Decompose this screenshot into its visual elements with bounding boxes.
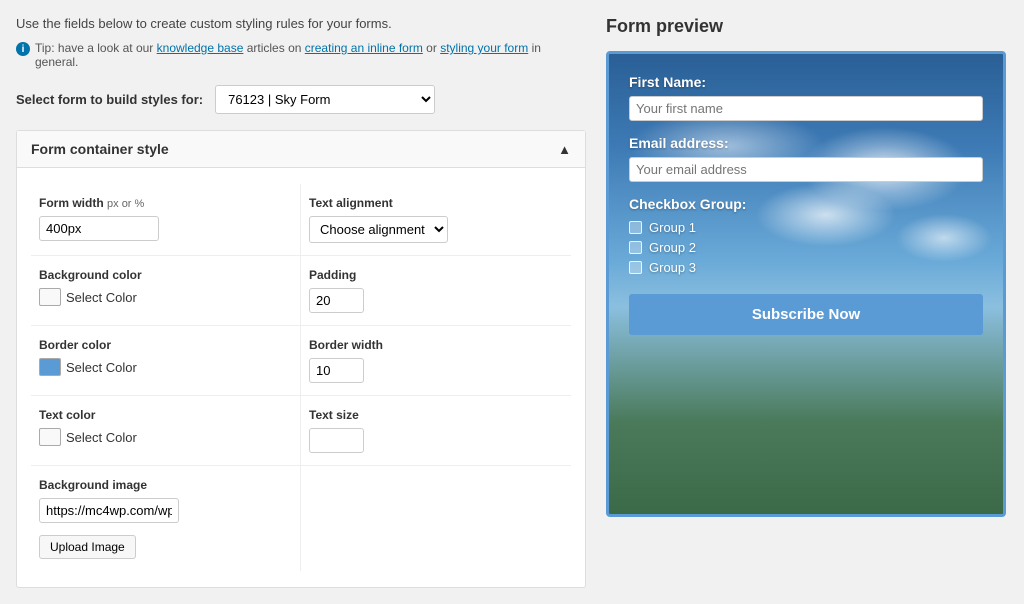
checkbox-label-1: Group 1: [649, 220, 696, 235]
section-title: Form container style: [31, 141, 169, 157]
intro-text: Use the fields below to create custom st…: [16, 16, 586, 31]
bg-image-input-row: [39, 498, 292, 523]
select-form-label: Select form to build styles for:: [16, 92, 203, 107]
tip-row: i Tip: have a look at our knowledge base…: [16, 41, 586, 69]
border-width-input[interactable]: [309, 358, 364, 383]
checkbox-1[interactable]: [629, 221, 642, 234]
checkbox-2[interactable]: [629, 241, 642, 254]
bg-color-swatch: [39, 288, 61, 306]
preview-firstname-label: First Name:: [629, 74, 983, 90]
left-panel: Use the fields below to create custom st…: [16, 16, 586, 588]
form-select[interactable]: 76123 | Sky Form: [215, 85, 435, 114]
text-alignment-field: Text alignment Choose alignment: [301, 184, 571, 256]
preview-firstname-input[interactable]: [629, 96, 983, 121]
preview-checkbox-group1: Group 1: [629, 220, 983, 235]
padding-input[interactable]: [309, 288, 364, 313]
text-size-input[interactable]: [309, 428, 364, 453]
padding-field: Padding: [301, 256, 571, 326]
info-icon: i: [16, 42, 30, 56]
text-alignment-input-row: Choose alignment: [309, 216, 563, 243]
border-color-label: Border color: [39, 338, 292, 352]
preview-email-input[interactable]: [629, 157, 983, 182]
section-body: Form width px or % Text alignment Choose…: [17, 168, 585, 587]
checkbox-label-3: Group 3: [649, 260, 696, 275]
subscribe-button[interactable]: Subscribe Now: [629, 294, 983, 335]
preview-wrapper: First Name: Email address: Checkbox Grou…: [606, 51, 1006, 517]
border-width-input-row: [309, 358, 563, 383]
form-grid: Form width px or % Text alignment Choose…: [31, 184, 571, 571]
form-width-input-row: [39, 216, 292, 241]
text-alignment-label: Text alignment: [309, 196, 563, 210]
text-color-input-row: Select Color: [39, 428, 292, 446]
border-color-swatch: [39, 358, 61, 376]
checkbox-label-2: Group 2: [649, 240, 696, 255]
text-color-label: Text color: [39, 408, 292, 422]
form-preview-inner: First Name: Email address: Checkbox Grou…: [629, 74, 983, 335]
padding-label: Padding: [309, 268, 563, 282]
form-width-input[interactable]: [39, 216, 159, 241]
text-size-label: Text size: [309, 408, 563, 422]
bg-color-swatch-btn[interactable]: Select Color: [39, 288, 137, 306]
form-width-label: Form width px or %: [39, 196, 292, 210]
right-panel: Form preview First Name: Email address: …: [606, 16, 1006, 588]
preview-background: First Name: Email address: Checkbox Grou…: [609, 54, 1003, 514]
border-width-field: Border width: [301, 326, 571, 396]
form-width-sublabel: px or %: [107, 198, 144, 210]
text-alignment-select[interactable]: Choose alignment: [309, 216, 448, 243]
section-header[interactable]: Form container style ▲: [17, 131, 585, 168]
styling-form-link[interactable]: styling your form: [440, 41, 528, 55]
preview-title: Form preview: [606, 16, 1006, 37]
border-color-field: Border color Select Color: [31, 326, 301, 396]
bg-color-input-row: Select Color: [39, 288, 292, 306]
tip-content: Tip: have a look at our knowledge base a…: [35, 41, 586, 69]
knowledge-base-link[interactable]: knowledge base: [157, 41, 244, 55]
border-color-input-row: Select Color: [39, 358, 292, 376]
text-color-field: Text color Select Color: [31, 396, 301, 466]
preview-checkbox-group-label: Checkbox Group:: [629, 196, 983, 212]
padding-input-row: [309, 288, 563, 313]
select-form-row: Select form to build styles for: 76123 |…: [16, 85, 586, 114]
bg-color-field: Background color Select Color: [31, 256, 301, 326]
text-size-input-row: [309, 428, 563, 453]
text-size-field: Text size: [301, 396, 571, 466]
form-width-field: Form width px or %: [31, 184, 301, 256]
bg-image-input[interactable]: [39, 498, 179, 523]
upload-image-button[interactable]: Upload Image: [39, 535, 136, 559]
bg-image-field: Background image Upload Image: [31, 466, 301, 571]
text-color-swatch: [39, 428, 61, 446]
bg-image-label: Background image: [39, 478, 292, 492]
inline-form-link[interactable]: creating an inline form: [305, 41, 423, 55]
border-width-label: Border width: [309, 338, 563, 352]
preview-email-label: Email address:: [629, 135, 983, 151]
checkbox-3[interactable]: [629, 261, 642, 274]
preview-frame: First Name: Email address: Checkbox Grou…: [606, 51, 1006, 517]
preview-checkbox-group2: Group 2: [629, 240, 983, 255]
section-panel: Form container style ▲ Form width px or …: [16, 130, 586, 588]
border-color-swatch-btn[interactable]: Select Color: [39, 358, 137, 376]
bg-color-label: Background color: [39, 268, 292, 282]
empty-field: [301, 466, 571, 571]
text-color-swatch-btn[interactable]: Select Color: [39, 428, 137, 446]
collapse-icon: ▲: [558, 142, 571, 157]
preview-checkbox-group3: Group 3: [629, 260, 983, 275]
